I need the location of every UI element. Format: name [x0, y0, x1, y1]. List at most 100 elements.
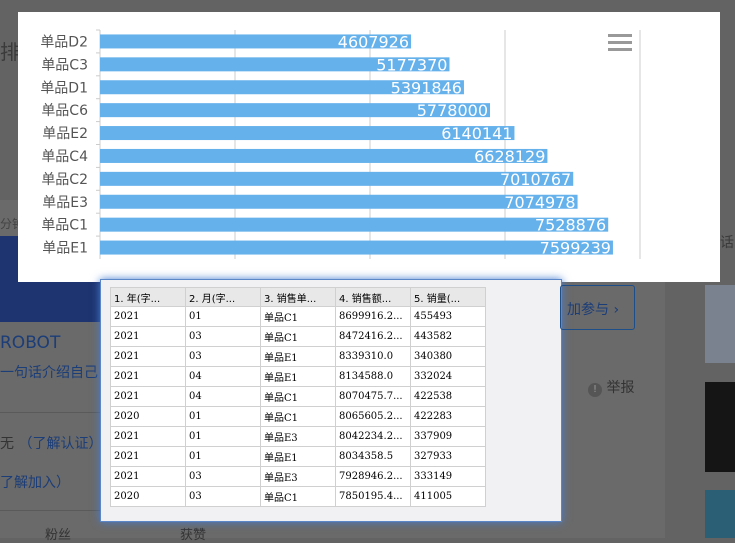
table-cell[interactable]: 2021 [110, 366, 186, 387]
table-cell[interactable]: 单品E1 [260, 446, 336, 467]
divider [0, 412, 100, 413]
ad-banner[interactable] [705, 285, 735, 363]
y-tick-label: 单品E2 [42, 126, 88, 142]
table-cell[interactable]: 2021 [110, 466, 186, 487]
bar-chart: 单品D2 4607926 单品C3 5177370 单品D1 5391846 单品C6 577… [18, 12, 720, 282]
table-cell[interactable]: 04 [185, 366, 261, 387]
table-cell[interactable]: 8134588.0 [335, 366, 411, 387]
join-button-label: 加参与 [567, 302, 609, 318]
table-cell[interactable]: 411005 [410, 486, 486, 507]
table-row[interactable]: 2021 03 单品C1 8472416.2... 443582 [110, 326, 486, 347]
data-label: 7599239 [540, 239, 611, 258]
profile-name[interactable]: ROBOT [0, 333, 60, 353]
table-cell[interactable]: 2020 [110, 406, 186, 427]
table-cell[interactable]: 单品C1 [260, 326, 336, 347]
table-cell[interactable]: 单品E3 [260, 426, 336, 447]
table-row[interactable]: 2021 01 单品C1 8699916.2... 455493 [110, 306, 486, 327]
table-cell[interactable]: 8472416.2... [335, 326, 411, 347]
table-cell[interactable]: 8065605.2... [335, 406, 411, 427]
data-label: 5177370 [376, 55, 447, 74]
y-tick-label: 单品C4 [41, 149, 88, 165]
cert-link[interactable]: （了解认证） [18, 436, 102, 452]
join-link[interactable]: 了解加入） [0, 472, 70, 492]
chevron-right-icon: › [613, 302, 620, 318]
column-header[interactable]: 1. 年(字... [110, 287, 186, 307]
table-cell[interactable]: 单品C1 [260, 306, 336, 327]
table-row[interactable]: 2021 01 单品E1 8034358.5 327933 [110, 446, 486, 467]
table-cell[interactable]: 2021 [110, 326, 186, 347]
table-cell[interactable]: 7850195.4... [335, 486, 411, 507]
profile-intro: 一句话介绍自己 [0, 365, 98, 381]
table-cell[interactable]: 01 [185, 446, 261, 467]
table-row[interactable]: 2021 04 单品E1 8134588.0 332024 [110, 366, 486, 387]
data-table-window: 1. 年(字... 2. 月(字... 3. 销售单... 4. 销售额... 5. 销… [100, 279, 562, 522]
table-cell[interactable]: 2021 [110, 386, 186, 407]
table-cell[interactable]: 04 [185, 386, 261, 407]
bar [100, 240, 613, 255]
table-cell[interactable]: 01 [185, 406, 261, 427]
table-cell[interactable]: 单品E3 [260, 466, 336, 487]
table-cell[interactable]: 8699916.2... [335, 306, 411, 327]
column-header[interactable]: 2. 月(字... [185, 287, 261, 307]
fans-label: 粉丝 [45, 528, 72, 543]
ad-banner[interactable] [705, 382, 735, 472]
table-cell[interactable]: 8042234.2... [335, 426, 411, 447]
report-button[interactable]: ! 举报 [588, 377, 634, 397]
table-cell[interactable]: 455493 [410, 306, 486, 327]
y-tick-label: 单品E3 [42, 195, 88, 211]
table-cell[interactable]: 340380 [410, 346, 486, 367]
column-header[interactable]: 5. 销量(... [410, 287, 486, 307]
column-header[interactable]: 3. 销售单... [260, 287, 336, 307]
y-tick-label: 单品E1 [42, 241, 88, 257]
table-cell[interactable]: 03 [185, 326, 261, 347]
table-cell[interactable]: 2021 [110, 446, 186, 467]
data-label: 7074978 [504, 193, 575, 212]
data-label: 6628129 [474, 147, 545, 166]
table-cell[interactable]: 单品C1 [260, 406, 336, 427]
table-cell[interactable]: 422538 [410, 386, 486, 407]
y-tick-label: 单品C1 [41, 218, 88, 234]
y-tick-label: 单品C6 [41, 103, 88, 119]
table-cell[interactable]: 7928946.2... [335, 466, 411, 487]
table-cell[interactable]: 2021 [110, 426, 186, 447]
table-cell[interactable]: 单品E1 [260, 346, 336, 367]
table-cell[interactable]: 337909 [410, 426, 486, 447]
table-cell[interactable]: 单品E1 [260, 366, 336, 387]
table-cell[interactable]: 03 [185, 346, 261, 367]
chart-menu-icon[interactable] [608, 34, 632, 52]
table-cell[interactable]: 01 [185, 426, 261, 447]
right-fragment: 话 [720, 235, 734, 251]
table-cell[interactable]: 2021 [110, 346, 186, 367]
table-cell[interactable]: 01 [185, 306, 261, 327]
table-cell[interactable]: 332024 [410, 366, 486, 387]
table-cell[interactable]: 2021 [110, 306, 186, 327]
table-row[interactable]: 2021 04 单品C1 8070475.7... 422538 [110, 386, 486, 407]
data-label: 7010767 [500, 170, 571, 189]
certification: 无 （了解认证） [0, 433, 102, 453]
table-row[interactable]: 2020 03 单品C1 7850195.4... 411005 [110, 486, 486, 507]
table-cell[interactable]: 443582 [410, 326, 486, 347]
table-row[interactable]: 2021 03 单品E1 8339310.0 340380 [110, 346, 486, 367]
table-row[interactable]: 2020 01 单品C1 8065605.2... 422283 [110, 406, 486, 427]
data-label: 4607926 [338, 32, 409, 51]
table-row[interactable]: 2021 03 单品E3 7928946.2... 333149 [110, 466, 486, 487]
table-cell[interactable]: 2020 [110, 486, 186, 507]
column-header[interactable]: 4. 销售额... [335, 287, 411, 307]
alert-icon: ! [588, 383, 602, 397]
table-cell[interactable]: 8070475.7... [335, 386, 411, 407]
y-tick-label: 单品D1 [40, 80, 88, 96]
table-cell[interactable]: 333149 [410, 466, 486, 487]
table-cell[interactable]: 8034358.5 [335, 446, 411, 467]
header-row: 1. 年(字... 2. 月(字... 3. 销售单... 4. 销售额... 5. 销… [110, 287, 486, 307]
table-cell[interactable]: 03 [185, 486, 261, 507]
table-cell[interactable]: 8339310.0 [335, 346, 411, 367]
table-cell[interactable]: 单品C1 [260, 386, 336, 407]
ad-banner[interactable] [705, 490, 735, 538]
join-button[interactable]: 加参与 › [560, 285, 635, 330]
table-cell[interactable]: 422283 [410, 406, 486, 427]
table-row[interactable]: 2021 01 单品E3 8042234.2... 337909 [110, 426, 486, 447]
table-cell[interactable]: 单品C1 [260, 486, 336, 507]
table-cell[interactable]: 327933 [410, 446, 486, 467]
table-cell[interactable]: 03 [185, 466, 261, 487]
y-tick-label: 单品C2 [41, 172, 88, 188]
